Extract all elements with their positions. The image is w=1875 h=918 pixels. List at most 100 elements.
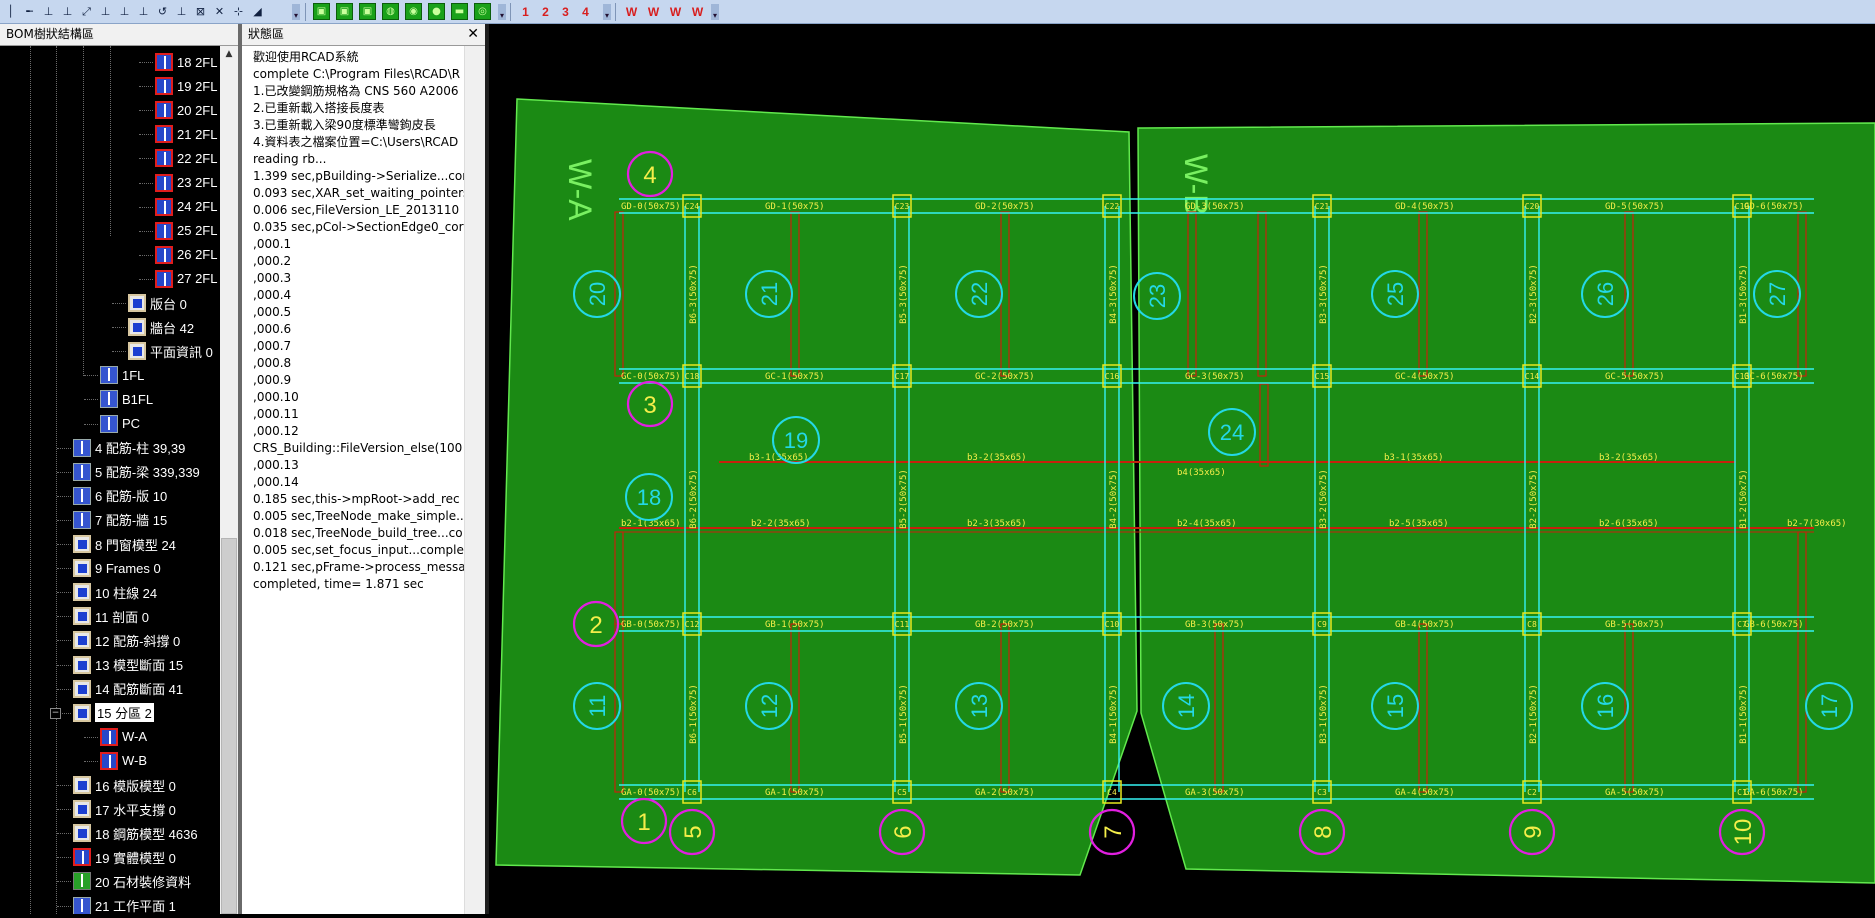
tree-node[interactable]: 12 配筋-斜撐 0 (73, 630, 180, 650)
bom-tree-scrollbar[interactable]: ▲ (220, 46, 238, 914)
fill-tool-icon[interactable]: ◢ (249, 3, 266, 20)
cross-tool-icon[interactable]: ✕ (211, 3, 228, 20)
tree-node[interactable]: 20 2FL (155, 100, 217, 120)
tree-node[interactable]: 26 2FL (155, 245, 217, 265)
tree-node[interactable]: 平面資訊 0 (128, 341, 213, 361)
tree-node[interactable]: 4 配筋-柱 39,39 (73, 438, 185, 458)
tree-guide-line (110, 46, 111, 236)
column-label: C22 (1105, 202, 1120, 211)
w-button-1[interactable]: W (623, 3, 640, 20)
tree-branch-line (57, 857, 71, 859)
dim-c-icon[interactable]: ⤢ (78, 3, 95, 20)
vertical-beam-label: B5-3(50x75) (899, 264, 909, 324)
tree-branch-line (57, 881, 71, 883)
tree-branch-line (112, 327, 126, 329)
toolbar-overflow-icon[interactable]: ▾ (603, 4, 611, 20)
tree-node[interactable]: 版台 0 (128, 293, 187, 313)
w-button-2[interactable]: W (645, 3, 662, 20)
view-d-icon[interactable]: ◍ (382, 3, 399, 20)
tree-branch-line (57, 544, 71, 545)
dim-a-icon[interactable]: ⊥ (40, 3, 57, 20)
segment-tool-icon[interactable]: ╾ (21, 3, 38, 20)
status-scrollbar[interactable] (464, 46, 485, 914)
tree-node[interactable]: 15 分區 2 (73, 703, 154, 723)
tree-node[interactable]: 17 水平支撐 0 (73, 799, 176, 819)
view-c-icon[interactable]: ▣ (359, 3, 376, 20)
tree-node[interactable]: 6 配筋-版 10 (73, 486, 167, 506)
status-log-line: completed, time= 1.871 sec (253, 577, 424, 591)
snap-tool-icon[interactable]: ⊹ (230, 3, 247, 20)
tree-node-label: 26 2FL (177, 247, 218, 263)
view-a-icon[interactable]: ▣ (313, 3, 330, 20)
drawing-canvas[interactable]: W-A W-B GD-0(50x75) GD-1(50x75) GD-2(50x75) G… (489, 24, 1875, 914)
tree-node[interactable]: 5 配筋-梁 339,339 (73, 462, 200, 482)
tree-node[interactable]: W-A (100, 727, 147, 747)
close-icon[interactable]: ✕ (467, 24, 479, 45)
toolbar-overflow-icon[interactable]: ▾ (292, 4, 300, 20)
tree-node[interactable]: 13 模型斷面 15 (73, 655, 183, 675)
tree-node[interactable]: 21 工作平面 1 (73, 896, 176, 914)
tree-node[interactable]: 27 2FL (155, 269, 217, 289)
layer-2-button[interactable]: 2 (537, 3, 554, 20)
tree-node[interactable]: 25 2FL (155, 221, 217, 241)
floor-plan-icon (73, 462, 91, 481)
view-e-icon[interactable]: ◉ (405, 3, 422, 20)
rotate-tool-icon[interactable]: ↺ (154, 3, 171, 20)
tree-node[interactable]: 1FL (100, 365, 144, 385)
layer-3-button[interactable]: 3 (557, 3, 574, 20)
dim-f-icon[interactable]: ⊥ (135, 3, 152, 20)
tree-node[interactable]: 21 2FL (155, 124, 217, 144)
view-g-icon[interactable]: ▬ (451, 3, 468, 20)
line-tool-icon[interactable]: │ (2, 3, 19, 20)
grid-bubble-label: 8 (1310, 825, 1337, 838)
scroll-up-arrow-icon[interactable]: ▲ (220, 46, 238, 63)
layer-4-button[interactable]: 4 (577, 3, 594, 20)
tree-node[interactable]: 16 模版模型 0 (73, 775, 176, 795)
floor-plan-icon (100, 727, 118, 746)
tree-node[interactable]: 7 配筋-牆 15 (73, 510, 167, 530)
tree-node[interactable]: 18 2FL (155, 52, 217, 72)
tree-node[interactable]: 9 Frames 0 (73, 558, 161, 578)
tree-node[interactable]: 8 門窗模型 24 (73, 534, 176, 554)
view-f-icon[interactable]: ● (428, 3, 445, 20)
toolbar-overflow-icon[interactable]: ▾ (498, 4, 506, 20)
dim-b-icon[interactable]: ⊥ (59, 3, 76, 20)
tree-node[interactable]: 牆台 42 (128, 317, 194, 337)
slab-bubble-label: 23 (1145, 284, 1170, 308)
tree-node[interactable]: 19 2FL (155, 76, 217, 96)
tree-node[interactable]: 24 2FL (155, 197, 217, 217)
collapse-icon[interactable]: − (50, 707, 61, 719)
tree-node[interactable]: PC (100, 414, 140, 434)
zone-label-wa: W-A (562, 159, 598, 221)
dim-d-icon[interactable]: ⊥ (97, 3, 114, 20)
floor-plan-drawing[interactable]: W-A W-BGD-0(50x75) GD-1(50x75) GD-2(50x75) G… (489, 24, 1875, 914)
tree-node[interactable]: 23 2FL (155, 173, 217, 193)
tree-node[interactable]: 19 實體模型 0 (73, 847, 176, 867)
tree-node[interactable]: 14 配筋斷面 41 (73, 679, 183, 699)
tree-node[interactable]: 20 石材裝修資料 (73, 871, 191, 891)
beam-label: GD-1(50x75) (765, 202, 825, 212)
tree-node[interactable]: 22 2FL (155, 148, 217, 168)
group-icon (73, 631, 91, 650)
scroll-thumb[interactable] (221, 538, 237, 914)
tree-node[interactable]: 18 鋼筋模型 4636 (73, 823, 198, 843)
status-log-line: 1.399 sec,pBuilding->Serialize...con (253, 169, 464, 183)
tree-node-label: 15 分區 2 (95, 703, 154, 723)
layer-1-button[interactable]: 1 (517, 3, 534, 20)
view-h-icon[interactable]: ◎ (474, 3, 491, 20)
status-log-line: 1.已改變鋼筋規格為 CNS 560 A2006 (253, 84, 459, 98)
w-button-4[interactable]: W (689, 3, 706, 20)
dim-e-icon[interactable]: ⊥ (116, 3, 133, 20)
tree-node-label: 牆台 42 (150, 320, 195, 336)
tree-node[interactable]: 10 柱線 24 (73, 582, 157, 602)
box-tool-icon[interactable]: ⊠ (192, 3, 209, 20)
toolbar-overflow-icon[interactable]: ▾ (711, 4, 719, 20)
dim-g-icon[interactable]: ⊥ (173, 3, 190, 20)
grid-bubble-label: 3 (643, 392, 656, 419)
tree-node[interactable]: B1FL (100, 389, 153, 409)
tree-node[interactable]: 11 剖面 0 (73, 606, 149, 626)
view-b-icon[interactable]: ▣ (336, 3, 353, 20)
w-button-3[interactable]: W (667, 3, 684, 20)
tree-node[interactable]: W-B (100, 751, 147, 771)
grid-bubble-label: 4 (643, 162, 656, 189)
